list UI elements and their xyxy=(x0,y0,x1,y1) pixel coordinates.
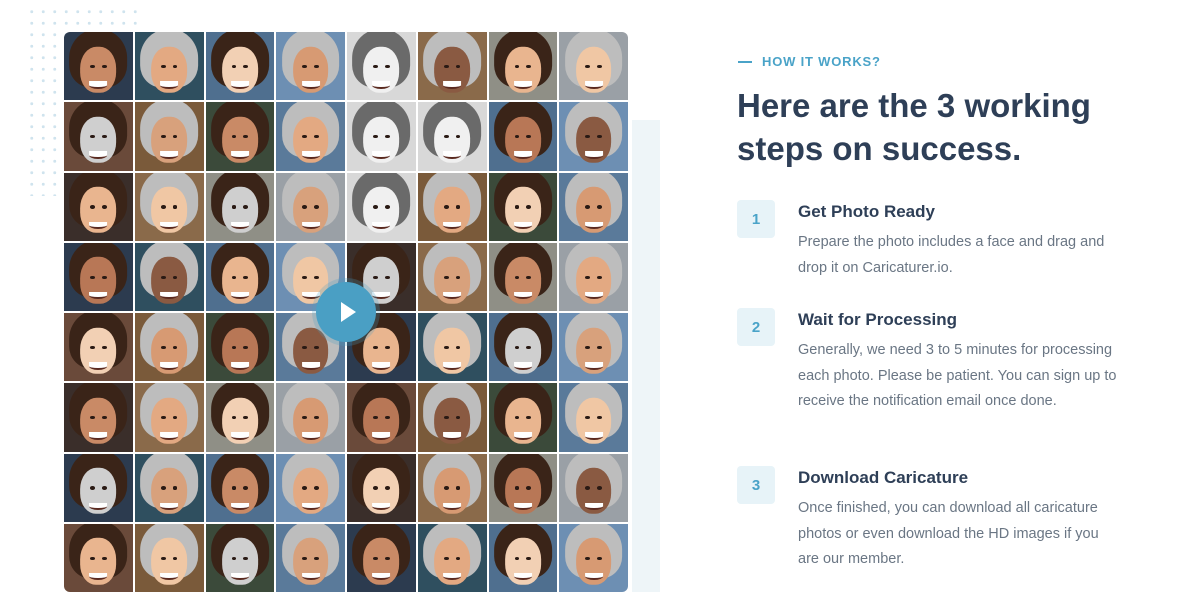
caricature-thumbnail xyxy=(347,32,416,101)
section-headline: Here are the 3 working steps on success. xyxy=(737,87,1091,167)
step-title: Get Photo Ready xyxy=(798,202,935,221)
step-number-badge: 3 xyxy=(737,466,775,504)
step-description: Once finished, you can download all cari… xyxy=(798,500,1099,567)
play-icon xyxy=(340,302,356,322)
caricature-thumbnail xyxy=(205,102,275,171)
caricature-thumbnail xyxy=(64,313,133,382)
caricature-thumbnail xyxy=(417,523,487,592)
caricature-thumbnail xyxy=(488,523,558,592)
caricature-thumbnail xyxy=(417,453,487,522)
caricature-thumbnail xyxy=(559,172,628,241)
caricature-thumbnail xyxy=(488,453,558,522)
caricature-thumbnail xyxy=(205,313,275,382)
step-number-badge: 1 xyxy=(737,200,775,238)
caricature-thumbnail xyxy=(488,172,558,241)
caricature-thumbnail xyxy=(205,172,275,241)
caricature-thumbnail xyxy=(134,172,204,241)
caricature-thumbnail xyxy=(488,313,558,382)
caricature-thumbnail xyxy=(276,453,345,522)
step-number-badge: 2 xyxy=(737,308,775,346)
step-description: Generally, we need 3 to 5 minutes for pr… xyxy=(798,342,1117,409)
caricature-thumbnail xyxy=(205,453,275,522)
caricature-thumbnail xyxy=(559,453,628,522)
caricature-thumbnail xyxy=(488,242,558,311)
caricature-thumbnail xyxy=(559,102,628,171)
eyebrow-label: HOW IT WORKS? xyxy=(762,54,881,69)
caricature-thumbnail xyxy=(134,313,204,382)
caricature-thumbnail xyxy=(134,453,204,522)
caricature-thumbnail xyxy=(134,102,204,171)
caricature-thumbnail xyxy=(134,32,204,101)
section-eyebrow: HOW IT WORKS? xyxy=(738,54,881,69)
caricature-thumbnail xyxy=(559,313,628,382)
caricature-thumbnail xyxy=(64,453,133,522)
caricature-thumbnail xyxy=(134,383,204,452)
play-video-button[interactable] xyxy=(316,282,376,342)
caricature-thumbnail xyxy=(559,242,628,311)
caricature-thumbnail xyxy=(276,102,345,171)
caricature-thumbnail xyxy=(64,102,133,171)
caricature-thumbnail xyxy=(347,453,416,522)
caricature-thumbnail xyxy=(205,523,275,592)
caricature-thumbnail xyxy=(347,523,416,592)
caricature-thumbnail xyxy=(205,383,275,452)
caricature-thumbnail xyxy=(276,383,345,452)
background-panel xyxy=(632,120,660,592)
caricature-thumbnail xyxy=(64,242,133,311)
caricature-thumbnail xyxy=(64,523,133,592)
caricature-thumbnail xyxy=(276,172,345,241)
caricature-thumbnail xyxy=(64,32,133,101)
caricature-thumbnail xyxy=(417,313,487,382)
caricature-thumbnail xyxy=(64,172,133,241)
caricature-thumbnail xyxy=(205,242,275,311)
caricature-thumbnail xyxy=(488,32,558,101)
caricature-thumbnail xyxy=(417,102,487,171)
step-title: Download Caricature xyxy=(798,468,969,487)
caricature-thumbnail xyxy=(134,242,204,311)
step-description: Prepare the photo includes a face and dr… xyxy=(798,234,1105,276)
caricature-thumbnail xyxy=(488,102,558,171)
caricature-thumbnail xyxy=(417,383,487,452)
eyebrow-dash xyxy=(738,60,752,63)
caricature-thumbnail xyxy=(134,523,204,592)
caricature-thumbnail xyxy=(488,383,558,452)
caricature-thumbnail xyxy=(417,242,487,311)
caricature-thumbnail xyxy=(347,383,416,452)
caricature-thumbnail xyxy=(417,172,487,241)
caricature-thumbnail xyxy=(64,383,133,452)
caricature-thumbnail xyxy=(347,102,416,171)
caricature-thumbnail xyxy=(276,32,345,101)
caricature-thumbnail xyxy=(417,32,487,101)
caricature-thumbnail xyxy=(559,383,628,452)
step-title: Wait for Processing xyxy=(798,310,958,329)
caricature-thumbnail xyxy=(347,172,416,241)
caricature-thumbnail xyxy=(559,32,628,101)
caricature-thumbnail xyxy=(276,523,345,592)
caricature-thumbnail xyxy=(205,32,275,101)
caricature-thumbnail xyxy=(559,523,628,592)
